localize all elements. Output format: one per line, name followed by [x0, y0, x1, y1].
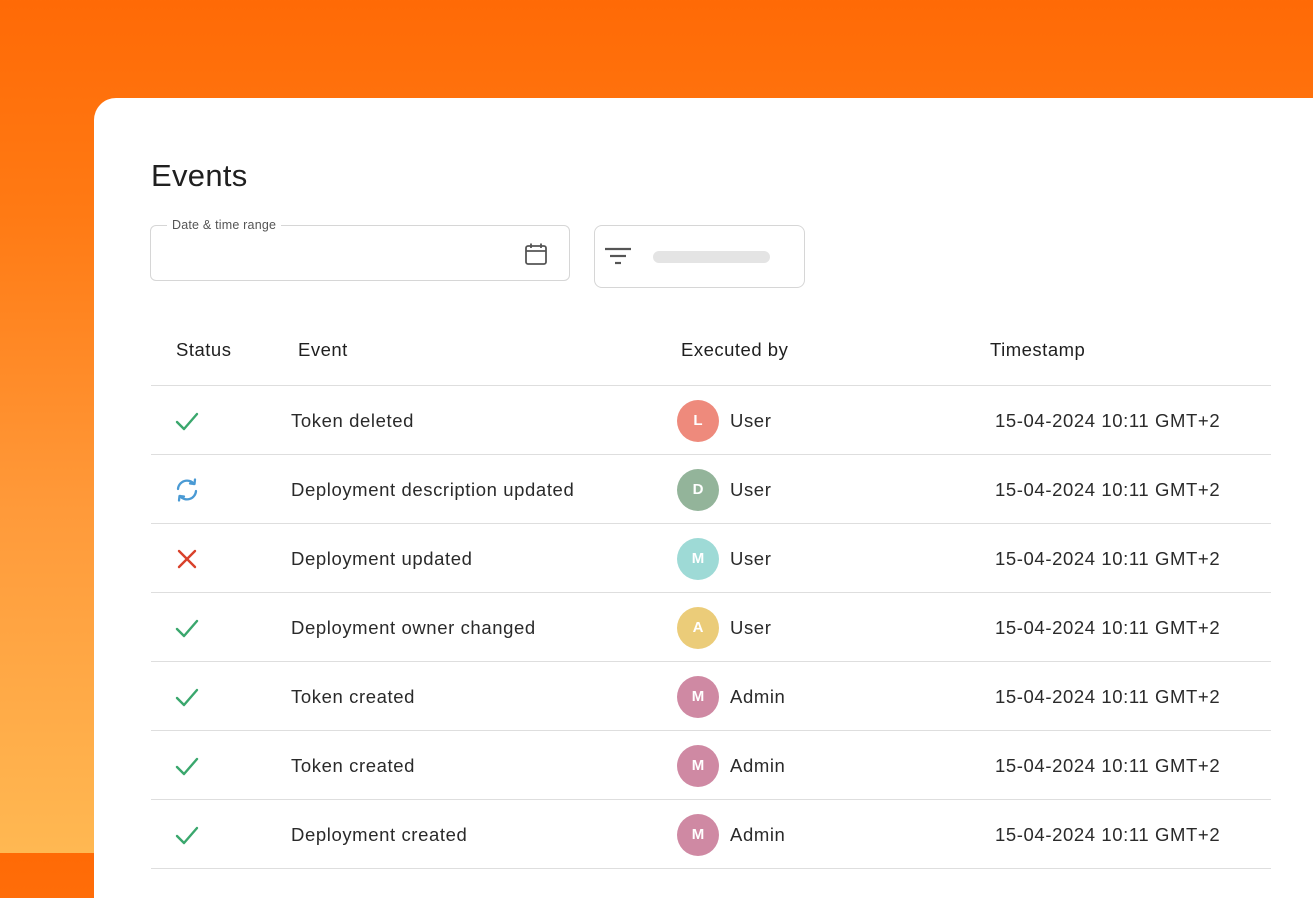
events-panel: Events Date & time range Status Event Ex… — [94, 98, 1313, 898]
executed-by-name: Admin — [730, 686, 786, 707]
filter-icon[interactable] — [603, 245, 633, 269]
calendar-icon[interactable] — [523, 241, 549, 267]
event-name: Deployment created — [291, 824, 468, 845]
avatar: M — [677, 814, 719, 856]
executed-by-name: User — [730, 548, 772, 569]
event-name: Token created — [291, 686, 416, 707]
table-row[interactable]: Token deleted L User 15-04-2024 10:11 GM… — [151, 386, 1271, 455]
executed-by-name: User — [730, 479, 772, 500]
timestamp: 15-04-2024 10:11 GMT+2 — [995, 824, 1221, 845]
table-row[interactable]: Deployment updated M User 15-04-2024 10:… — [151, 524, 1271, 593]
event-name: Deployment description updated — [291, 479, 575, 500]
event-name: Token deleted — [291, 410, 415, 431]
avatar: D — [677, 469, 719, 511]
checkmark-icon — [173, 752, 201, 780]
header-event[interactable]: Event — [298, 339, 348, 361]
table-row[interactable]: Token created M Admin 15-04-2024 10:11 G… — [151, 731, 1271, 800]
table-row[interactable]: Deployment created M Admin 15-04-2024 10… — [151, 800, 1271, 869]
date-time-range-field[interactable]: Date & time range — [150, 218, 570, 281]
checkmark-icon — [173, 683, 201, 711]
avatar: M — [677, 676, 719, 718]
avatar: A — [677, 607, 719, 649]
filter-dropdown[interactable] — [594, 225, 805, 288]
table-body: Token deleted L User 15-04-2024 10:11 GM… — [151, 386, 1271, 869]
event-name: Token created — [291, 755, 416, 776]
date-time-range-label: Date & time range — [167, 218, 282, 232]
timestamp: 15-04-2024 10:11 GMT+2 — [995, 755, 1221, 776]
executed-by-name: Admin — [730, 824, 786, 845]
timestamp: 15-04-2024 10:11 GMT+2 — [995, 617, 1221, 638]
filter-placeholder-bar — [653, 251, 770, 263]
checkmark-icon — [173, 614, 201, 642]
timestamp: 15-04-2024 10:11 GMT+2 — [995, 548, 1221, 569]
sync-icon — [173, 476, 201, 504]
avatar: M — [677, 745, 719, 787]
timestamp: 15-04-2024 10:11 GMT+2 — [995, 410, 1221, 431]
table-row[interactable]: Token created M Admin 15-04-2024 10:11 G… — [151, 662, 1271, 731]
close-icon — [173, 545, 201, 573]
event-name: Deployment updated — [291, 548, 473, 569]
checkmark-icon — [173, 821, 201, 849]
timestamp: 15-04-2024 10:11 GMT+2 — [995, 686, 1221, 707]
checkmark-icon — [173, 407, 201, 435]
header-status[interactable]: Status — [176, 339, 231, 361]
event-name: Deployment owner changed — [291, 617, 536, 638]
executed-by-name: User — [730, 617, 772, 638]
executed-by-name: Admin — [730, 755, 786, 776]
table-header: Status Event Executed by Timestamp — [151, 316, 1271, 386]
events-table: Status Event Executed by Timestamp Token… — [151, 316, 1271, 869]
page-title: Events — [151, 158, 248, 193]
executed-by-name: User — [730, 410, 772, 431]
header-timestamp[interactable]: Timestamp — [990, 339, 1085, 361]
table-row[interactable]: Deployment owner changed A User 15-04-20… — [151, 593, 1271, 662]
table-row[interactable]: Deployment description updated D User 15… — [151, 455, 1271, 524]
avatar: L — [677, 400, 719, 442]
timestamp: 15-04-2024 10:11 GMT+2 — [995, 479, 1221, 500]
avatar: M — [677, 538, 719, 580]
header-executed-by[interactable]: Executed by — [681, 339, 788, 361]
